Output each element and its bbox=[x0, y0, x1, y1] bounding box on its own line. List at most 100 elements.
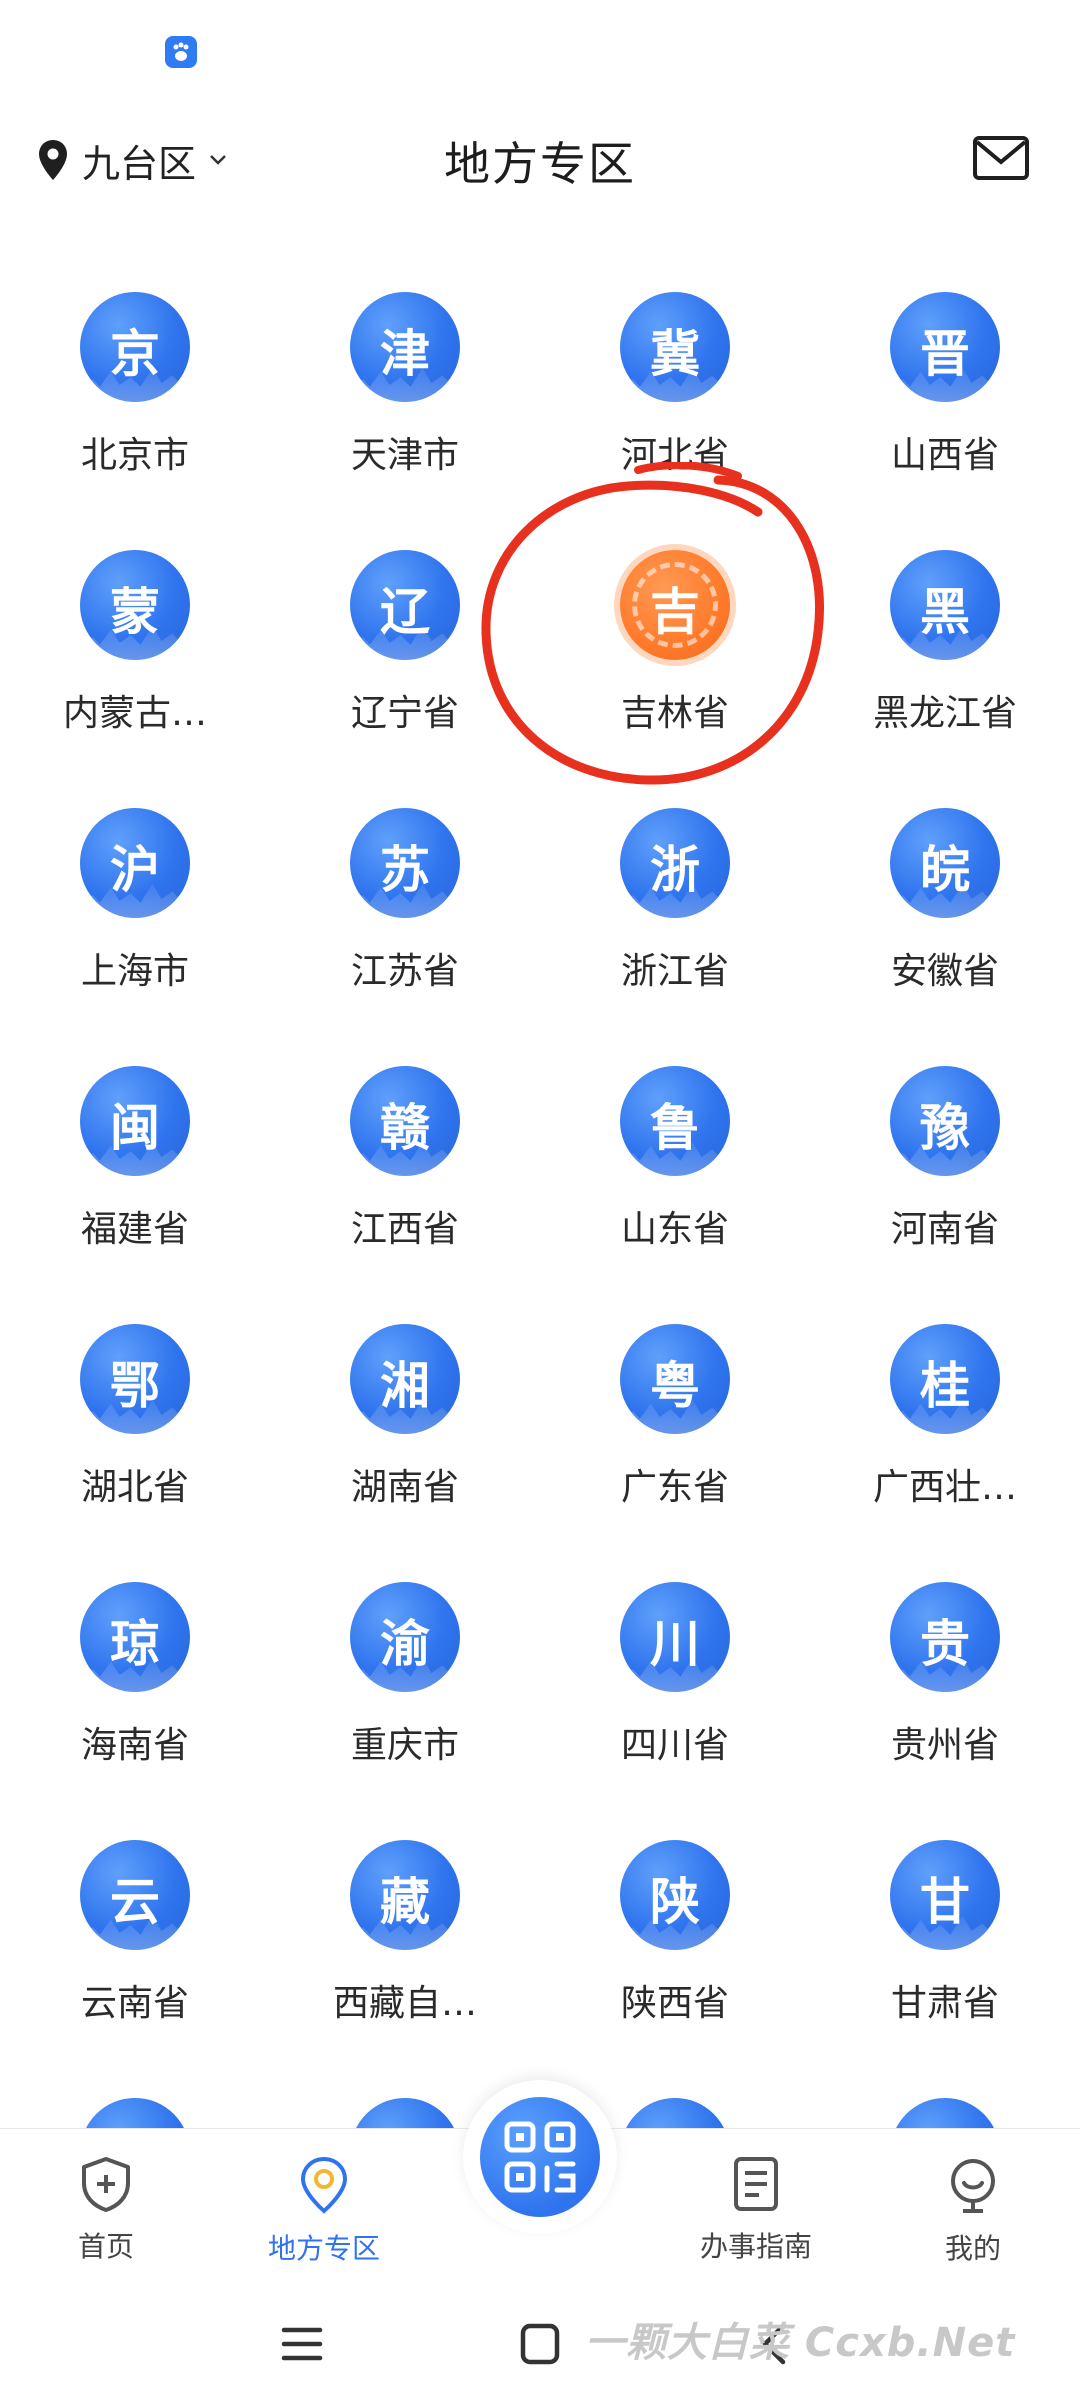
region-emblem-icon: 闽 bbox=[80, 1066, 190, 1176]
region-item[interactable]: 鲁山东省 bbox=[540, 1054, 810, 1312]
region-item[interactable]: 甘甘肃省 bbox=[810, 1828, 1080, 2086]
nav-local[interactable]: 地方专区 bbox=[244, 2155, 404, 2265]
nav-local-label: 地方专区 bbox=[267, 2232, 380, 2265]
region-item[interactable]: 贵贵州省 bbox=[810, 1570, 1080, 1828]
region-label: 河北省 bbox=[620, 435, 729, 476]
mail-button[interactable] bbox=[972, 132, 1030, 184]
region-emblem-icon: 晋 bbox=[890, 292, 1000, 402]
region-label: 内蒙古… bbox=[62, 693, 207, 734]
region-emblem-glyph: 津 bbox=[380, 325, 430, 383]
region-item[interactable]: 辽辽宁省 bbox=[270, 538, 540, 796]
region-emblem-glyph: 浙 bbox=[650, 841, 700, 899]
region-emblem-glyph: 京 bbox=[110, 325, 160, 383]
qr-scan-icon bbox=[504, 2121, 576, 2193]
region-label: 江苏省 bbox=[350, 951, 459, 992]
region-item[interactable]: 藏西藏自… bbox=[270, 1828, 540, 2086]
region-emblem-icon: 贵 bbox=[890, 1582, 1000, 1692]
region-item[interactable]: 鄂湖北省 bbox=[0, 1312, 270, 1570]
region-label: 辽宁省 bbox=[350, 693, 459, 734]
region-emblem-icon: 冀 bbox=[620, 292, 730, 402]
region-emblem-icon: 吉 bbox=[620, 550, 730, 660]
region-emblem-icon: 津 bbox=[350, 292, 460, 402]
region-emblem-glyph: 皖 bbox=[920, 841, 970, 899]
region-emblem-glyph: 湘 bbox=[380, 1357, 430, 1415]
region-emblem-glyph: 闽 bbox=[110, 1099, 160, 1157]
region-item[interactable] bbox=[0, 2086, 270, 2130]
region-label: 广西壮… bbox=[872, 1467, 1017, 1508]
nav-mine[interactable]: 我的 bbox=[893, 2155, 1053, 2265]
region-emblem-icon: 京 bbox=[80, 292, 190, 402]
region-item[interactable]: 晋山西省 bbox=[810, 280, 1080, 538]
region-label: 吉林省 bbox=[620, 693, 729, 734]
region-emblem-icon: 渝 bbox=[350, 1582, 460, 1692]
region-item[interactable]: 湘湖南省 bbox=[270, 1312, 540, 1570]
region-label: 重庆市 bbox=[350, 1725, 459, 1766]
header: 九台区 地方专区 bbox=[0, 110, 1080, 210]
region-emblem-icon: 豫 bbox=[890, 1066, 1000, 1176]
region-item[interactable]: 皖安徽省 bbox=[810, 796, 1080, 1054]
region-label: 安徽省 bbox=[890, 951, 999, 992]
region-item[interactable]: 沪上海市 bbox=[0, 796, 270, 1054]
region-label: 山西省 bbox=[890, 435, 999, 476]
region-item[interactable]: 赣江西省 bbox=[270, 1054, 540, 1312]
region-item[interactable]: 苏江苏省 bbox=[270, 796, 540, 1054]
region-item[interactable]: 豫河南省 bbox=[810, 1054, 1080, 1312]
region-label: 福建省 bbox=[80, 1209, 189, 1250]
home-button[interactable] bbox=[510, 2314, 570, 2374]
document-icon bbox=[734, 2157, 778, 2211]
region-label: 上海市 bbox=[80, 951, 189, 992]
region-emblem-glyph: 晋 bbox=[920, 325, 970, 383]
region-emblem-glyph: 赣 bbox=[380, 1099, 430, 1157]
region-label: 北京市 bbox=[80, 435, 189, 476]
region-item[interactable]: 粤广东省 bbox=[540, 1312, 810, 1570]
region-item[interactable]: 陕陕西省 bbox=[540, 1828, 810, 2086]
region-emblem-glyph: 甘 bbox=[920, 1873, 970, 1931]
region-item[interactable]: 渝重庆市 bbox=[270, 1570, 540, 1828]
region-label: 甘肃省 bbox=[890, 1983, 999, 2024]
region-emblem-glyph: 吉 bbox=[650, 583, 700, 641]
region-emblem-icon: 川 bbox=[620, 1582, 730, 1692]
baidu-app-icon bbox=[165, 36, 197, 68]
region-emblem-glyph: 琼 bbox=[110, 1615, 160, 1673]
region-label: 四川省 bbox=[620, 1725, 729, 1766]
region-item[interactable]: 吉吉林省 bbox=[540, 538, 810, 796]
region-item[interactable]: 琼海南省 bbox=[0, 1570, 270, 1828]
region-item[interactable]: 黑黑龙江省 bbox=[810, 538, 1080, 796]
region-emblem-glyph: 苏 bbox=[380, 841, 430, 899]
nav-home[interactable]: 首页 bbox=[26, 2155, 186, 2265]
region-emblem-glyph: 川 bbox=[650, 1615, 700, 1673]
region-item[interactable]: 闽福建省 bbox=[0, 1054, 270, 1312]
region-item[interactable]: 浙浙江省 bbox=[540, 796, 810, 1054]
nav-guide[interactable]: 办事指南 bbox=[676, 2155, 836, 2265]
region-item[interactable]: 京北京市 bbox=[0, 280, 270, 538]
location-marker-icon bbox=[300, 2156, 348, 2214]
region-label: 山东省 bbox=[620, 1209, 729, 1250]
region-emblem-icon: 苏 bbox=[350, 808, 460, 918]
region-label: 海南省 bbox=[80, 1725, 189, 1766]
region-emblem-icon: 浙 bbox=[620, 808, 730, 918]
region-emblem-icon: 辽 bbox=[350, 550, 460, 660]
region-item[interactable] bbox=[810, 2086, 1080, 2130]
region-emblem-icon: 湘 bbox=[350, 1324, 460, 1434]
region-item[interactable]: 津天津市 bbox=[270, 280, 540, 538]
qr-scan-button[interactable] bbox=[463, 2080, 617, 2234]
region-emblem-icon: 皖 bbox=[890, 808, 1000, 918]
region-emblem-glyph: 贵 bbox=[920, 1615, 970, 1673]
region-label: 天津市 bbox=[350, 435, 459, 476]
region-emblem-icon: 甘 bbox=[890, 1840, 1000, 1950]
region-item[interactable]: 冀河北省 bbox=[540, 280, 810, 538]
region-emblem-icon: 琼 bbox=[80, 1582, 190, 1692]
region-emblem-icon: 陕 bbox=[620, 1840, 730, 1950]
region-label: 云南省 bbox=[80, 1983, 189, 2024]
region-emblem-glyph: 鲁 bbox=[650, 1099, 700, 1157]
region-emblem-glyph: 云 bbox=[110, 1873, 160, 1931]
region-item[interactable]: 桂广西壮… bbox=[810, 1312, 1080, 1570]
region-label: 西藏自… bbox=[332, 1983, 477, 2024]
region-item[interactable]: 云云南省 bbox=[0, 1828, 270, 2086]
recent-apps-button[interactable] bbox=[272, 2314, 332, 2374]
status-bar bbox=[0, 0, 1080, 100]
region-emblem-icon bbox=[890, 2098, 1000, 2130]
region-emblem-icon bbox=[620, 2098, 730, 2130]
region-item[interactable]: 川四川省 bbox=[540, 1570, 810, 1828]
region-item[interactable]: 蒙内蒙古… bbox=[0, 538, 270, 796]
